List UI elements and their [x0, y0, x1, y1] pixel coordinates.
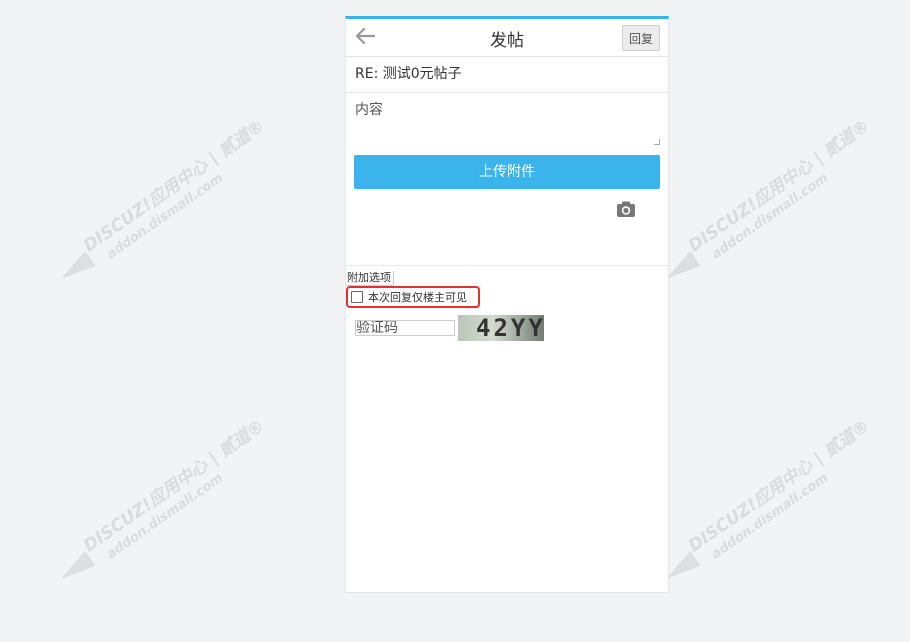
watermark-line1: DISCUZ!应用中心 | 贰道®	[80, 416, 269, 557]
reply-only-op-option[interactable]: 本次回复仅楼主可见	[346, 286, 480, 308]
captcha-image[interactable]: 42YY	[458, 315, 544, 341]
resize-handle-icon[interactable]	[654, 139, 660, 145]
watermark-arrow-icon	[55, 550, 96, 587]
upload-attachment-button[interactable]: 上传附件	[354, 155, 660, 189]
watermark: DISCUZ!应用中心 | 贰道®addon.dismall.com	[660, 408, 910, 614]
content-placeholder: 内容	[355, 102, 383, 118]
watermark-line2: addon.dismall.com	[104, 470, 227, 563]
watermark: DISCUZ!应用中心 | 贰道®addon.dismall.com	[660, 108, 910, 314]
reply-only-op-checkbox[interactable]	[351, 291, 363, 303]
watermark: DISCUZ!应用中心 | 贰道®addon.dismall.com	[55, 408, 320, 614]
watermark-line2: addon.dismall.com	[709, 170, 832, 263]
watermark-line1: DISCUZ!应用中心 | 贰道®	[80, 116, 269, 257]
reply-only-op-label: 本次回复仅楼主可见	[368, 291, 467, 304]
watermark-line2: addon.dismall.com	[104, 170, 227, 263]
attachment-area	[346, 189, 668, 266]
watermark-line1: DISCUZ!应用中心 | 贰道®	[685, 416, 874, 557]
page-title: 发帖	[490, 31, 524, 51]
header-bar: 发帖 回复	[346, 19, 668, 57]
watermark-line2: addon.dismall.com	[709, 470, 832, 563]
watermark: DISCUZ!应用中心 | 贰道®addon.dismall.com	[55, 108, 320, 314]
watermark-arrow-icon	[55, 250, 96, 287]
captcha-row: 42YY	[355, 315, 668, 341]
post-form-panel: 发帖 回复 RE: 测试0元帖子 内容 上传附件 附加选项 本次回复仅楼主可见 …	[345, 16, 669, 593]
reply-button[interactable]: 回复	[622, 25, 660, 51]
captcha-input[interactable]	[355, 320, 455, 336]
options-section: 附加选项 本次回复仅楼主可见	[346, 266, 668, 308]
options-title: 附加选项	[346, 271, 394, 286]
subject-field[interactable]: RE: 测试0元帖子	[346, 57, 668, 93]
camera-icon[interactable]	[617, 201, 635, 217]
content-textarea[interactable]: 内容	[346, 93, 668, 147]
watermark-line1: DISCUZ!应用中心 | 贰道®	[685, 116, 874, 257]
